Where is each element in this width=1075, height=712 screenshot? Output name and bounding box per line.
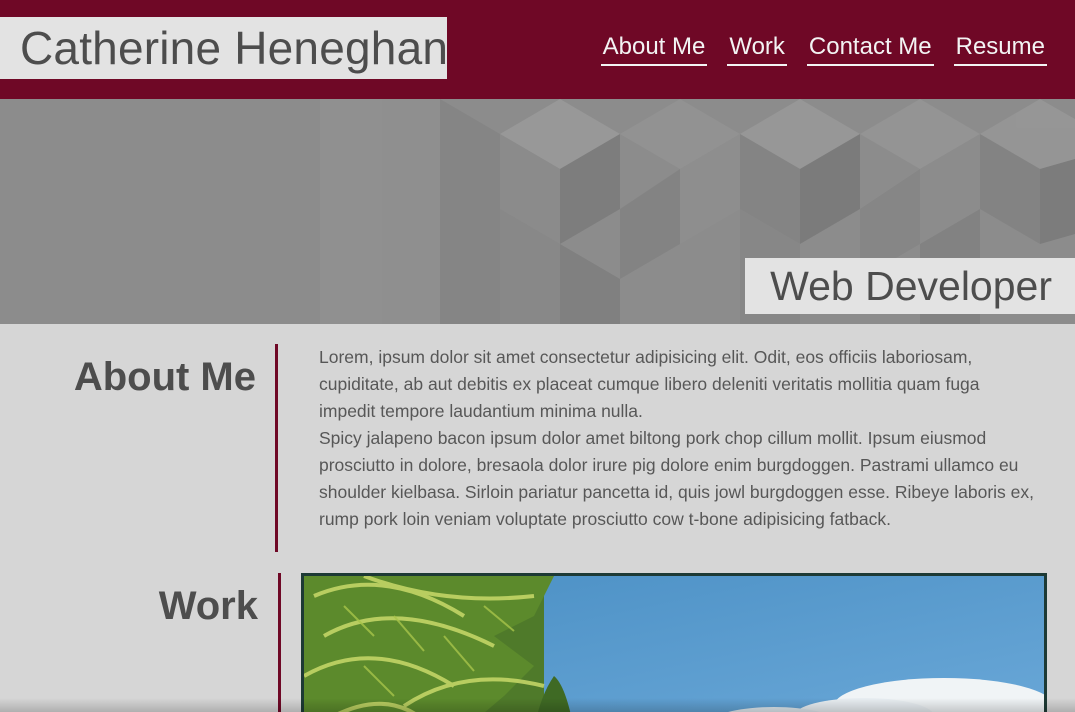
about-text: Lorem, ipsum dolor sit amet consectetur … [319,344,1035,533]
about-divider [275,344,278,552]
hero-banner: Web Developer [0,99,1075,324]
nav-link-contact-me[interactable]: Contact Me [806,30,934,66]
about-paragraph-1: Lorem, ipsum dolor sit amet consectetur … [319,347,980,421]
site-header: Catherine Heneghan About Me Work Contact… [0,0,1075,99]
site-name[interactable]: Catherine Heneghan [0,17,448,79]
main-nav: About Me Work Contact Me Resume [600,30,1047,66]
about-heading: About Me [73,355,256,399]
work-heading: Work [158,584,258,628]
work-project-card[interactable] [301,573,1047,712]
nav-link-resume[interactable]: Resume [953,30,1047,66]
work-divider [278,573,281,712]
nav-link-about-me[interactable]: About Me [600,30,708,66]
nav-link-work[interactable]: Work [727,30,787,66]
hero-tagline: Web Developer [745,258,1075,314]
about-paragraph-2: Spicy jalapeno bacon ipsum dolor amet bi… [319,428,1034,529]
palm-beach-image [304,576,1044,712]
